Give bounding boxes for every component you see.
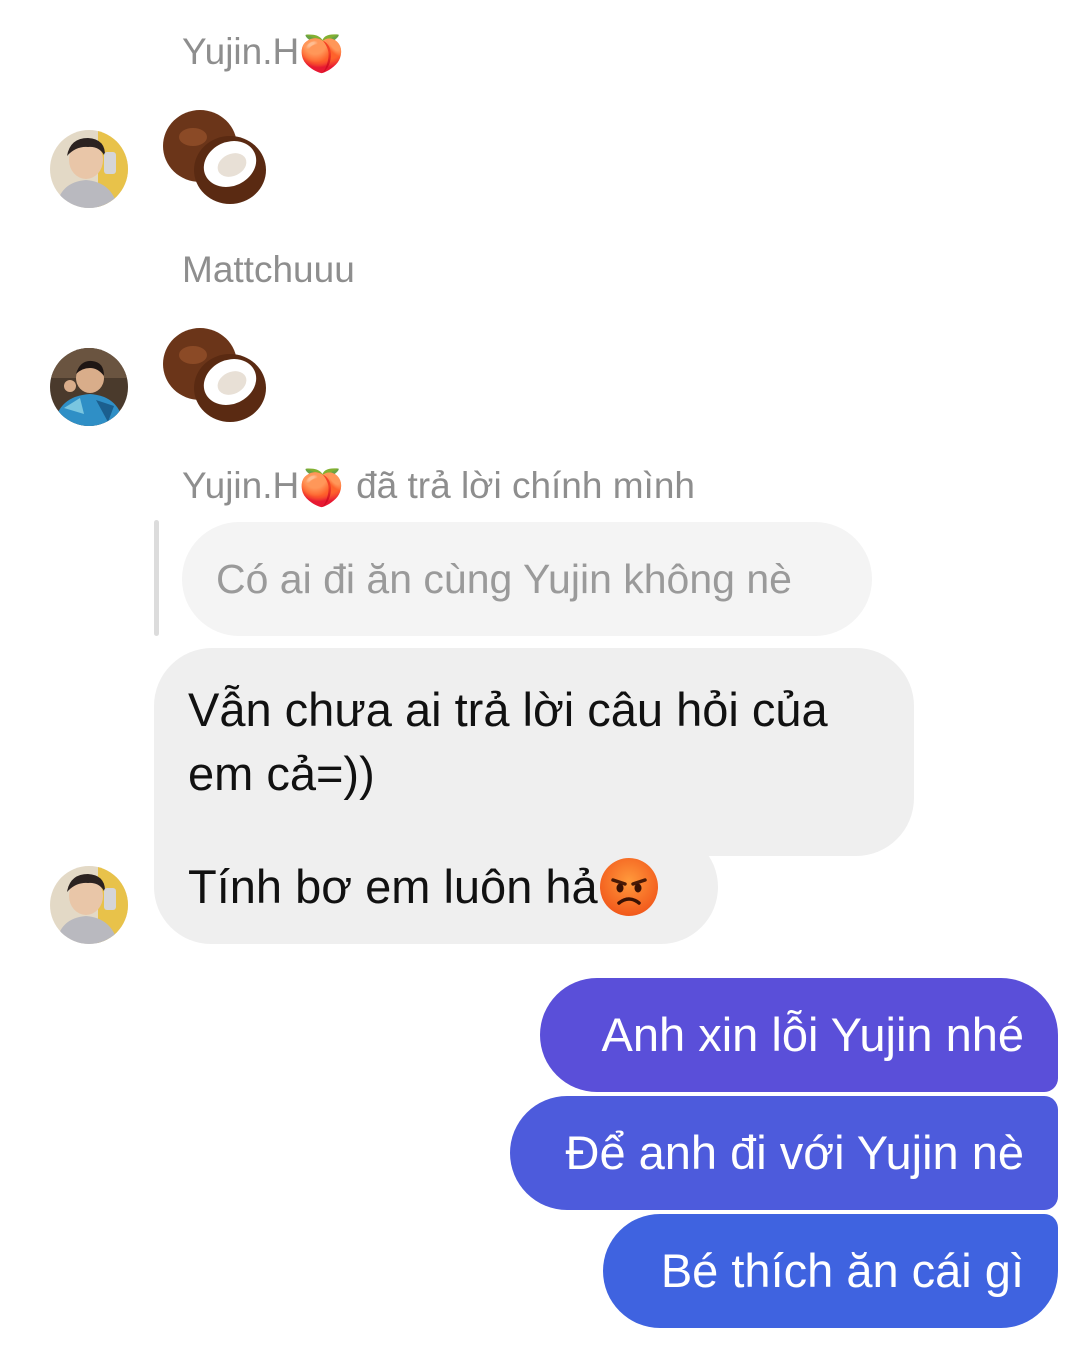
coconut-icon bbox=[160, 104, 272, 208]
sender-name: Yujin.H🍑 bbox=[182, 31, 345, 74]
sender-name: Mattchuuu bbox=[182, 249, 355, 290]
peach-icon: 🍑 bbox=[299, 33, 345, 74]
message-bubble[interactable]: Tính bơ em luôn hả bbox=[154, 830, 718, 944]
reply-header: Yujin.H🍑 đã trả lời chính mình bbox=[182, 465, 695, 508]
avatar[interactable] bbox=[50, 130, 128, 208]
outgoing-message[interactable]: Anh xin lỗi Yujin nhé bbox=[540, 978, 1058, 1092]
peach-icon: 🍑 bbox=[299, 467, 345, 508]
coconut-icon bbox=[160, 322, 272, 426]
message-bubble[interactable]: Vẫn chưa ai trả lời câu hỏi của em cả=)) bbox=[154, 648, 914, 856]
quoted-message[interactable]: Có ai đi ăn cùng Yujin không nè bbox=[182, 522, 872, 636]
reply-indicator-bar bbox=[154, 520, 159, 636]
avatar[interactable] bbox=[50, 866, 128, 944]
angry-face-icon bbox=[599, 858, 658, 916]
outgoing-message[interactable]: Bé thích ăn cái gì bbox=[603, 1214, 1058, 1328]
outgoing-message[interactable]: Để anh đi với Yujin nè bbox=[510, 1096, 1058, 1210]
reply-note: đã trả lời chính mình bbox=[356, 465, 695, 506]
avatar[interactable] bbox=[50, 348, 128, 426]
